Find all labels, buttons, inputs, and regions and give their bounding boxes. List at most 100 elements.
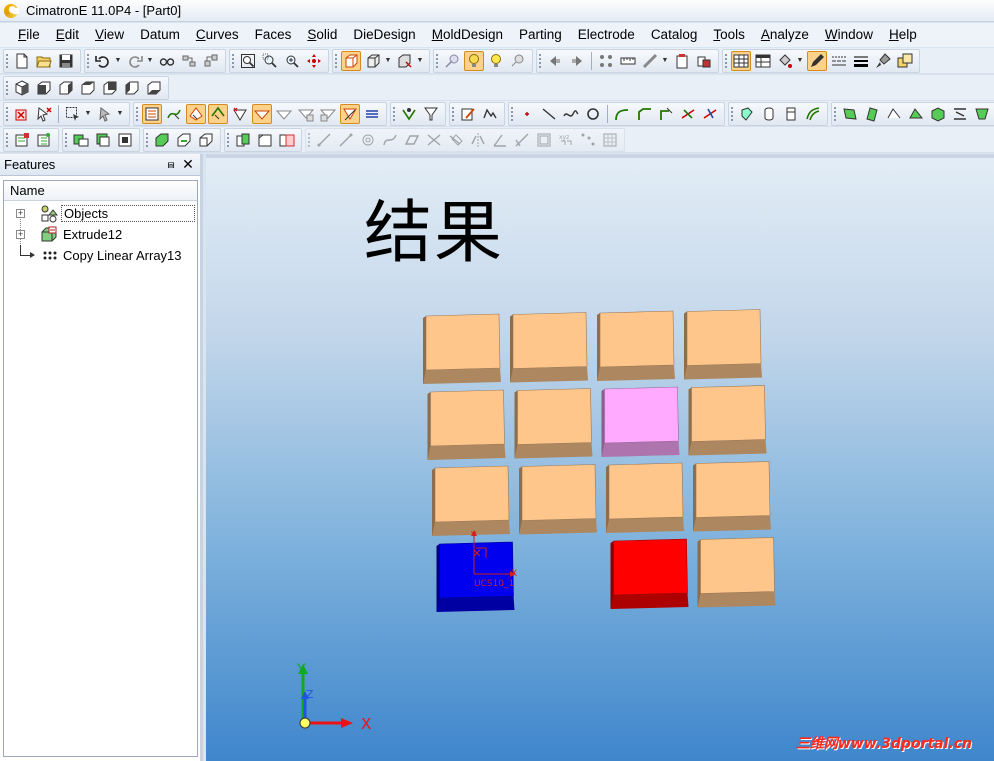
- pin-icon[interactable]: ⩎: [164, 157, 178, 171]
- top-view-icon[interactable]: [78, 78, 98, 98]
- menu-analyze[interactable]: Analyze: [753, 23, 817, 47]
- drive-solid-icon[interactable]: [781, 104, 801, 124]
- face-box-icon[interactable]: [928, 104, 948, 124]
- next-view-icon[interactable]: [567, 51, 587, 71]
- block-default[interactable]: [514, 388, 593, 459]
- sketch-mirror-icon[interactable]: [468, 130, 488, 150]
- block-default[interactable]: [423, 313, 501, 384]
- cimatron-logo-icon[interactable]: [4, 3, 19, 18]
- brush-icon[interactable]: [873, 51, 893, 71]
- face-draft-icon[interactable]: [972, 104, 992, 124]
- boolean-union-icon[interactable]: [233, 130, 253, 150]
- paint-bucket-icon[interactable]: [775, 51, 795, 71]
- menu-faces[interactable]: Faces: [247, 23, 300, 47]
- spline-icon[interactable]: [561, 104, 581, 124]
- grid-display-icon[interactable]: [731, 50, 751, 71]
- filter-solid-icon[interactable]: [252, 103, 272, 124]
- graphics-viewport[interactable]: 结果 Y X UCS10_1 Y Z X 三维网www.3dportal.cn: [206, 154, 994, 761]
- feature-tree-icon[interactable]: [34, 130, 54, 150]
- block-default[interactable]: [432, 465, 510, 536]
- filter-set-icon[interactable]: [318, 104, 338, 124]
- filter-lines-icon[interactable]: [362, 104, 382, 124]
- right-view-icon[interactable]: [56, 78, 76, 98]
- block-default[interactable]: [697, 537, 776, 608]
- menu-help[interactable]: Help: [881, 23, 925, 47]
- tree-item-extrude12[interactable]: + Extrude12: [4, 224, 197, 245]
- body-cut-icon[interactable]: [196, 130, 216, 150]
- block-default[interactable]: [510, 312, 588, 383]
- loft-solid-icon[interactable]: [803, 104, 823, 124]
- body-remove-icon[interactable]: [174, 130, 194, 150]
- light-bulb-off-icon[interactable]: [508, 51, 528, 71]
- tree-item-copy-linear-array13[interactable]: Copy Linear Array13: [4, 245, 197, 266]
- sketch-spline-icon[interactable]: [380, 130, 400, 150]
- zoom-window-icon[interactable]: [260, 51, 280, 71]
- menu-curves[interactable]: Curves: [188, 23, 247, 47]
- filter-body-icon[interactable]: [274, 104, 294, 124]
- sketch-line-icon[interactable]: [314, 130, 334, 150]
- expand-icon[interactable]: +: [16, 230, 25, 239]
- block-default[interactable]: [688, 385, 767, 456]
- boolean-intersect-icon[interactable]: [277, 130, 297, 150]
- bottom-view-icon[interactable]: [144, 78, 164, 98]
- filter-all-icon[interactable]: [142, 103, 162, 124]
- feature-guide-icon[interactable]: [12, 130, 32, 150]
- filter-attach-icon[interactable]: [340, 103, 360, 124]
- filter-curve-icon[interactable]: [164, 104, 184, 124]
- pencil-icon[interactable]: [807, 50, 827, 71]
- delete-curve-icon[interactable]: [700, 104, 720, 124]
- filter-point-icon[interactable]: [230, 104, 250, 124]
- light-on-icon[interactable]: [464, 50, 484, 71]
- model-scene[interactable]: Y X UCS10_1 Y Z X: [206, 154, 994, 761]
- composite-curve-icon[interactable]: [480, 104, 500, 124]
- sketch-angle-icon[interactable]: [490, 130, 510, 150]
- block-highlight[interactable]: [601, 386, 680, 457]
- line-icon[interactable]: [539, 104, 559, 124]
- face-sweep-icon[interactable]: [862, 104, 882, 124]
- select-delete-icon[interactable]: [12, 104, 32, 124]
- pick-edges-icon[interactable]: [399, 104, 419, 124]
- face-loft-icon[interactable]: [884, 104, 904, 124]
- extrude-solid-icon[interactable]: [737, 104, 757, 124]
- menu-solid[interactable]: Solid: [299, 23, 345, 47]
- sketch-constraint-icon[interactable]: [534, 130, 554, 150]
- new-file-icon[interactable]: [12, 51, 32, 71]
- color-face-icon[interactable]: [71, 130, 91, 150]
- menu-window[interactable]: Window: [817, 23, 881, 47]
- sketch-xyz-icon[interactable]: xyz: [556, 130, 576, 150]
- block-default[interactable]: [693, 461, 771, 532]
- line-style-icon[interactable]: [829, 51, 849, 71]
- circle-icon[interactable]: [583, 104, 603, 124]
- geometry-points-icon[interactable]: [596, 51, 616, 71]
- sketch-rectangle-icon[interactable]: [402, 130, 422, 150]
- menu-tools[interactable]: Tools: [705, 23, 753, 47]
- pick-cursor-icon[interactable]: [95, 104, 115, 124]
- sketch-trim-icon[interactable]: [424, 130, 444, 150]
- regenerate-icon[interactable]: [179, 51, 199, 71]
- iso-view-icon[interactable]: [12, 78, 32, 98]
- menu-molddesign[interactable]: MoldDesign: [424, 23, 511, 47]
- back-view-icon[interactable]: [100, 78, 120, 98]
- sketch-line2-icon[interactable]: [336, 130, 356, 150]
- ruler-dropdown-icon[interactable]: ▼: [661, 51, 669, 71]
- zoom-dynamic-icon[interactable]: [282, 51, 302, 71]
- view-orient-icon[interactable]: [395, 51, 415, 71]
- glasses-icon[interactable]: [157, 51, 177, 71]
- previous-view-icon[interactable]: [545, 51, 565, 71]
- color-solid-icon[interactable]: [93, 130, 113, 150]
- cancel-select-icon[interactable]: [34, 104, 54, 124]
- menu-parting[interactable]: Parting: [511, 23, 570, 47]
- menu-datum[interactable]: Datum: [132, 23, 188, 47]
- chamfer-curve-icon[interactable]: [634, 104, 654, 124]
- face-drive-icon[interactable]: [906, 104, 926, 124]
- filter-face-icon[interactable]: [186, 103, 206, 124]
- menu-file[interactable]: File: [10, 23, 48, 47]
- expand-icon[interactable]: +: [16, 209, 25, 218]
- update-icon[interactable]: [201, 51, 221, 71]
- block-red[interactable]: [610, 538, 689, 609]
- paint-dropdown-icon[interactable]: ▼: [796, 51, 804, 71]
- wireframe-icon[interactable]: [363, 51, 383, 71]
- sketch-grid-icon[interactable]: [600, 130, 620, 150]
- library-icon[interactable]: [694, 51, 714, 71]
- point-icon[interactable]: [517, 104, 537, 124]
